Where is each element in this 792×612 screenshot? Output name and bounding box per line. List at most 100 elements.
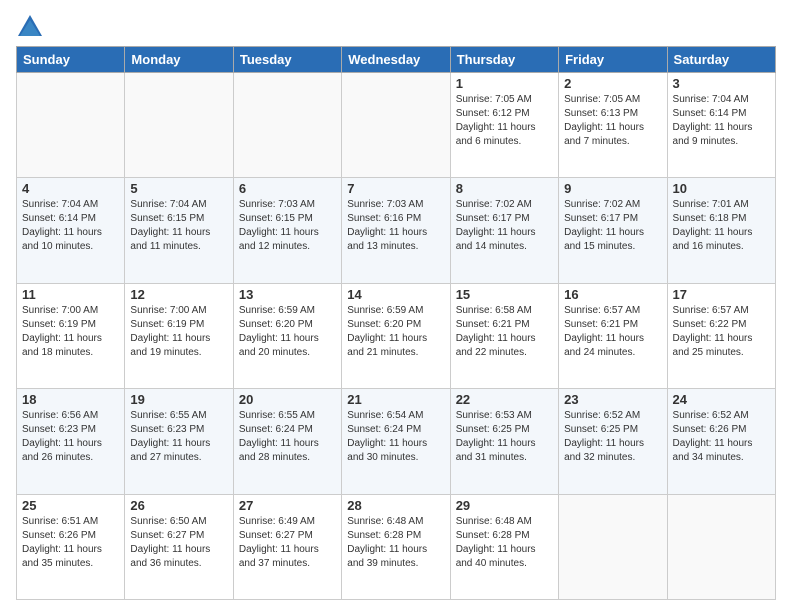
day-number: 15 (456, 287, 553, 302)
calendar-cell: 4 Sunrise: 7:04 AMSunset: 6:14 PMDaylight… (17, 178, 125, 283)
day-number: 9 (564, 181, 661, 196)
calendar-cell (342, 73, 450, 178)
day-info: Sunrise: 7:00 AMSunset: 6:19 PMDaylight:… (22, 304, 119, 360)
logo (16, 12, 48, 40)
calendar-cell: 21 Sunrise: 6:54 AMSunset: 6:24 PMDayligh… (342, 389, 450, 494)
calendar-week-5: 25 Sunrise: 6:51 AMSunset: 6:26 PMDayligh… (17, 494, 776, 599)
calendar-cell: 10 Sunrise: 7:01 AMSunset: 6:18 PMDayligh… (667, 178, 775, 283)
weekday-header-saturday: Saturday (667, 47, 775, 73)
calendar-cell: 14 Sunrise: 6:59 AMSunset: 6:20 PMDayligh… (342, 283, 450, 388)
day-number: 21 (347, 392, 444, 407)
calendar-body: 1 Sunrise: 7:05 AMSunset: 6:12 PMDaylight… (17, 73, 776, 600)
weekday-header-tuesday: Tuesday (233, 47, 341, 73)
weekday-header-friday: Friday (559, 47, 667, 73)
day-info: Sunrise: 6:51 AMSunset: 6:26 PMDaylight:… (22, 515, 119, 571)
page: SundayMondayTuesdayWednesdayThursdayFrid… (0, 0, 792, 612)
calendar-week-2: 4 Sunrise: 7:04 AMSunset: 6:14 PMDaylight… (17, 178, 776, 283)
day-number: 25 (22, 498, 119, 513)
day-info: Sunrise: 6:56 AMSunset: 6:23 PMDaylight:… (22, 409, 119, 465)
calendar-cell: 5 Sunrise: 7:04 AMSunset: 6:15 PMDaylight… (125, 178, 233, 283)
calendar-cell: 24 Sunrise: 6:52 AMSunset: 6:26 PMDayligh… (667, 389, 775, 494)
day-info: Sunrise: 7:05 AMSunset: 6:13 PMDaylight:… (564, 93, 661, 149)
calendar-cell: 7Sunrise: 7:03 AMSunset: 6:16 PMDaylight… (342, 178, 450, 283)
day-number: 17 (673, 287, 770, 302)
calendar-cell: 9 Sunrise: 7:02 AMSunset: 6:17 PMDaylight… (559, 178, 667, 283)
calendar-cell: 20 Sunrise: 6:55 AMSunset: 6:24 PMDayligh… (233, 389, 341, 494)
calendar-cell: 28 Sunrise: 6:48 AMSunset: 6:28 PMDayligh… (342, 494, 450, 599)
day-info: Sunrise: 6:52 AMSunset: 6:25 PMDaylight:… (564, 409, 661, 465)
day-number: 10 (673, 181, 770, 196)
calendar-cell: 25 Sunrise: 6:51 AMSunset: 6:26 PMDayligh… (17, 494, 125, 599)
day-info: Sunrise: 7:02 AMSunset: 6:17 PMDaylight:… (456, 198, 553, 254)
day-info: Sunrise: 6:48 AMSunset: 6:28 PMDaylight:… (347, 515, 444, 571)
day-info: Sunrise: 6:59 AMSunset: 6:20 PMDaylight:… (347, 304, 444, 360)
day-number: 12 (130, 287, 227, 302)
day-info: Sunrise: 6:48 AMSunset: 6:28 PMDaylight:… (456, 515, 553, 571)
day-number: 26 (130, 498, 227, 513)
day-number: 23 (564, 392, 661, 407)
calendar-cell: 1 Sunrise: 7:05 AMSunset: 6:12 PMDaylight… (450, 73, 558, 178)
day-info: Sunrise: 6:55 AMSunset: 6:24 PMDaylight:… (239, 409, 336, 465)
day-info: Sunrise: 6:50 AMSunset: 6:27 PMDaylight:… (130, 515, 227, 571)
day-number: 1 (456, 76, 553, 91)
day-number: 13 (239, 287, 336, 302)
day-info: Sunrise: 7:00 AMSunset: 6:19 PMDaylight:… (130, 304, 227, 360)
day-info: Sunrise: 7:01 AMSunset: 6:18 PMDaylight:… (673, 198, 770, 254)
calendar-cell: 11 Sunrise: 7:00 AMSunset: 6:19 PMDayligh… (17, 283, 125, 388)
calendar-week-3: 11 Sunrise: 7:00 AMSunset: 6:19 PMDayligh… (17, 283, 776, 388)
day-info: Sunrise: 6:57 AMSunset: 6:21 PMDaylight:… (564, 304, 661, 360)
calendar-cell (667, 494, 775, 599)
day-info: Sunrise: 6:49 AMSunset: 6:27 PMDaylight:… (239, 515, 336, 571)
weekday-header-thursday: Thursday (450, 47, 558, 73)
calendar-cell (233, 73, 341, 178)
calendar-cell: 16Sunrise: 6:57 AMSunset: 6:21 PMDayligh… (559, 283, 667, 388)
logo-icon (16, 12, 44, 40)
calendar-cell: 2 Sunrise: 7:05 AMSunset: 6:13 PMDaylight… (559, 73, 667, 178)
day-info: Sunrise: 6:58 AMSunset: 6:21 PMDaylight:… (456, 304, 553, 360)
day-number: 8 (456, 181, 553, 196)
calendar-cell: 6 Sunrise: 7:03 AMSunset: 6:15 PMDaylight… (233, 178, 341, 283)
calendar-cell: 18 Sunrise: 6:56 AMSunset: 6:23 PMDayligh… (17, 389, 125, 494)
day-number: 18 (22, 392, 119, 407)
day-info: Sunrise: 7:04 AMSunset: 6:14 PMDaylight:… (22, 198, 119, 254)
day-info: Sunrise: 6:59 AMSunset: 6:20 PMDaylight:… (239, 304, 336, 360)
day-number: 22 (456, 392, 553, 407)
day-info: Sunrise: 7:04 AMSunset: 6:14 PMDaylight:… (673, 93, 770, 149)
header (16, 12, 776, 40)
calendar-cell (125, 73, 233, 178)
day-number: 27 (239, 498, 336, 513)
day-number: 14 (347, 287, 444, 302)
day-number: 4 (22, 181, 119, 196)
calendar-cell: 26 Sunrise: 6:50 AMSunset: 6:27 PMDayligh… (125, 494, 233, 599)
day-number: 20 (239, 392, 336, 407)
day-number: 29 (456, 498, 553, 513)
day-info: Sunrise: 6:54 AMSunset: 6:24 PMDaylight:… (347, 409, 444, 465)
day-number: 24 (673, 392, 770, 407)
calendar-cell: 12 Sunrise: 7:00 AMSunset: 6:19 PMDayligh… (125, 283, 233, 388)
day-number: 28 (347, 498, 444, 513)
calendar-cell (559, 494, 667, 599)
calendar-cell: 3 Sunrise: 7:04 AMSunset: 6:14 PMDaylight… (667, 73, 775, 178)
weekday-header-monday: Monday (125, 47, 233, 73)
day-number: 5 (130, 181, 227, 196)
day-info: Sunrise: 6:57 AMSunset: 6:22 PMDaylight:… (673, 304, 770, 360)
day-number: 6 (239, 181, 336, 196)
calendar-header-row: SundayMondayTuesdayWednesdayThursdayFrid… (17, 47, 776, 73)
day-info: Sunrise: 6:52 AMSunset: 6:26 PMDaylight:… (673, 409, 770, 465)
calendar-cell: 8 Sunrise: 7:02 AMSunset: 6:17 PMDaylight… (450, 178, 558, 283)
day-number: 3 (673, 76, 770, 91)
day-info: Sunrise: 7:02 AMSunset: 6:17 PMDaylight:… (564, 198, 661, 254)
day-info: Sunrise: 7:05 AMSunset: 6:12 PMDaylight:… (456, 93, 553, 149)
calendar-cell: 15 Sunrise: 6:58 AMSunset: 6:21 PMDayligh… (450, 283, 558, 388)
calendar: SundayMondayTuesdayWednesdayThursdayFrid… (16, 46, 776, 600)
day-info: Sunrise: 7:03 AMSunset: 6:15 PMDaylight:… (239, 198, 336, 254)
calendar-cell: 17 Sunrise: 6:57 AMSunset: 6:22 PMDayligh… (667, 283, 775, 388)
day-info: Sunrise: 6:53 AMSunset: 6:25 PMDaylight:… (456, 409, 553, 465)
day-number: 19 (130, 392, 227, 407)
calendar-cell: 22 Sunrise: 6:53 AMSunset: 6:25 PMDayligh… (450, 389, 558, 494)
day-info: Sunrise: 7:04 AMSunset: 6:15 PMDaylight:… (130, 198, 227, 254)
weekday-header-wednesday: Wednesday (342, 47, 450, 73)
calendar-week-1: 1 Sunrise: 7:05 AMSunset: 6:12 PMDaylight… (17, 73, 776, 178)
day-number: 11 (22, 287, 119, 302)
day-number: 2 (564, 76, 661, 91)
